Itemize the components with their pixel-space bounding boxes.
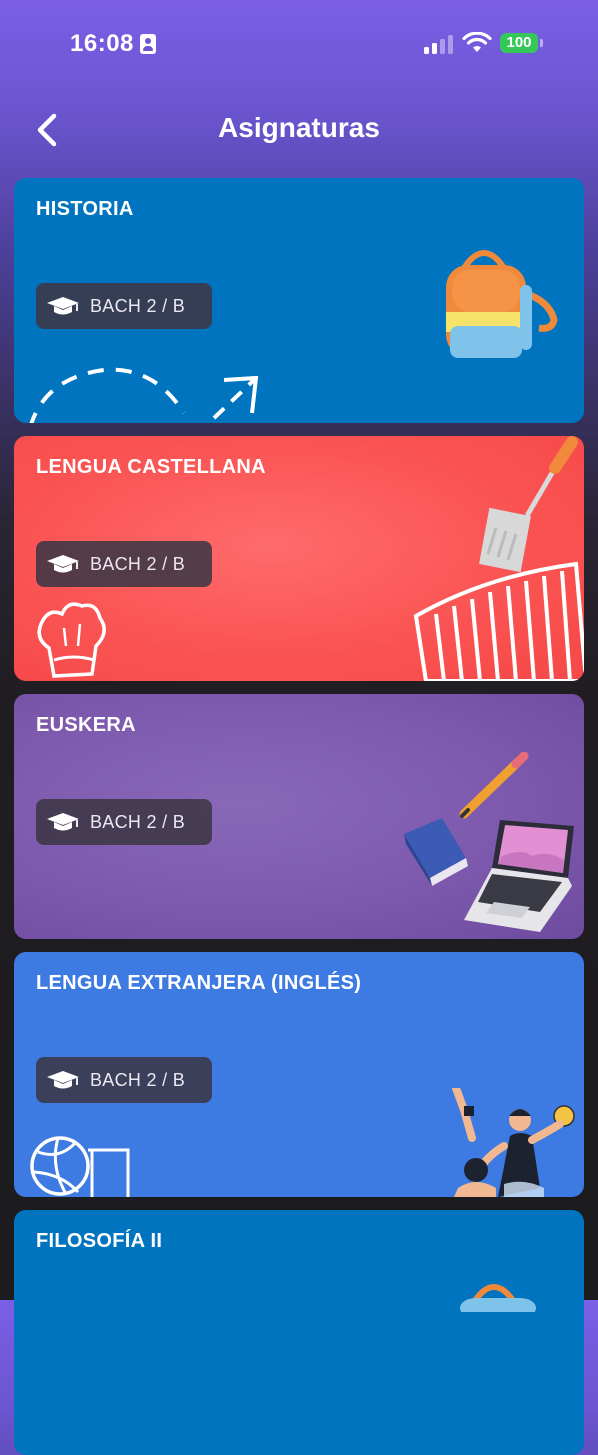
subject-card-euskera[interactable]: EUSKERA BACH 2 / B xyxy=(14,694,584,939)
spatula-icon xyxy=(479,436,578,573)
subject-title: FILOSOFÍA II xyxy=(36,1230,163,1252)
graduation-cap-icon xyxy=(47,297,79,315)
wifi-icon xyxy=(462,32,492,52)
subject-title: EUSKERA xyxy=(36,714,136,736)
group-label: BACH 2 / B xyxy=(90,295,186,316)
subject-title: HISTORIA xyxy=(36,198,134,220)
subject-title: LENGUA CASTELLANA xyxy=(36,456,266,478)
laptop-book-icon xyxy=(404,752,574,932)
chef-hat-icon xyxy=(37,602,106,678)
grill-rack-icon xyxy=(413,561,584,681)
battery-tip xyxy=(540,39,543,47)
volleyball-net-icon xyxy=(30,1136,130,1197)
group-badge: BACH 2 / B xyxy=(36,283,212,329)
subject-title: LENGUA EXTRANJERA (INGLÉS) xyxy=(36,972,362,994)
status-time: 16:08 xyxy=(70,30,134,57)
navigation-bar: Asignaturas xyxy=(0,100,598,160)
group-badge: BACH 2 / B xyxy=(36,1057,212,1103)
cellular-signal-icon xyxy=(424,34,454,54)
subject-card-historia[interactable]: HISTORIA BACH 2 / B xyxy=(14,178,584,423)
water-polo-players-icon xyxy=(452,1088,575,1197)
backpack-icon xyxy=(446,250,558,358)
status-bar: 16:08 100 xyxy=(0,0,598,88)
graduation-cap-icon xyxy=(47,813,79,831)
group-label: BACH 2 / B xyxy=(90,1069,186,1090)
subject-card-filosofia-ii[interactable]: FILOSOFÍA II xyxy=(14,1210,584,1455)
group-badge: BACH 2 / B xyxy=(36,541,212,587)
graduation-cap-icon xyxy=(47,1071,79,1089)
graduation-cap-icon xyxy=(47,555,79,573)
group-badge: BACH 2 / B xyxy=(36,799,212,845)
backpack-icon xyxy=(460,1284,536,1312)
group-label: BACH 2 / B xyxy=(90,553,186,574)
page-title: Asignaturas xyxy=(218,112,380,143)
group-label: BACH 2 / B xyxy=(90,811,186,832)
dashed-arrow-decoration xyxy=(29,367,259,423)
battery-level: 100 xyxy=(500,33,538,53)
subject-card-lengua-extranjera-ingles[interactable]: LENGUA EXTRANJERA (INGLÉS) BACH 2 / B xyxy=(14,952,584,1197)
contact-card-icon xyxy=(140,34,156,54)
subject-card-lengua-castellana[interactable]: LENGUA CASTELLANA BACH 2 / B xyxy=(14,436,584,681)
